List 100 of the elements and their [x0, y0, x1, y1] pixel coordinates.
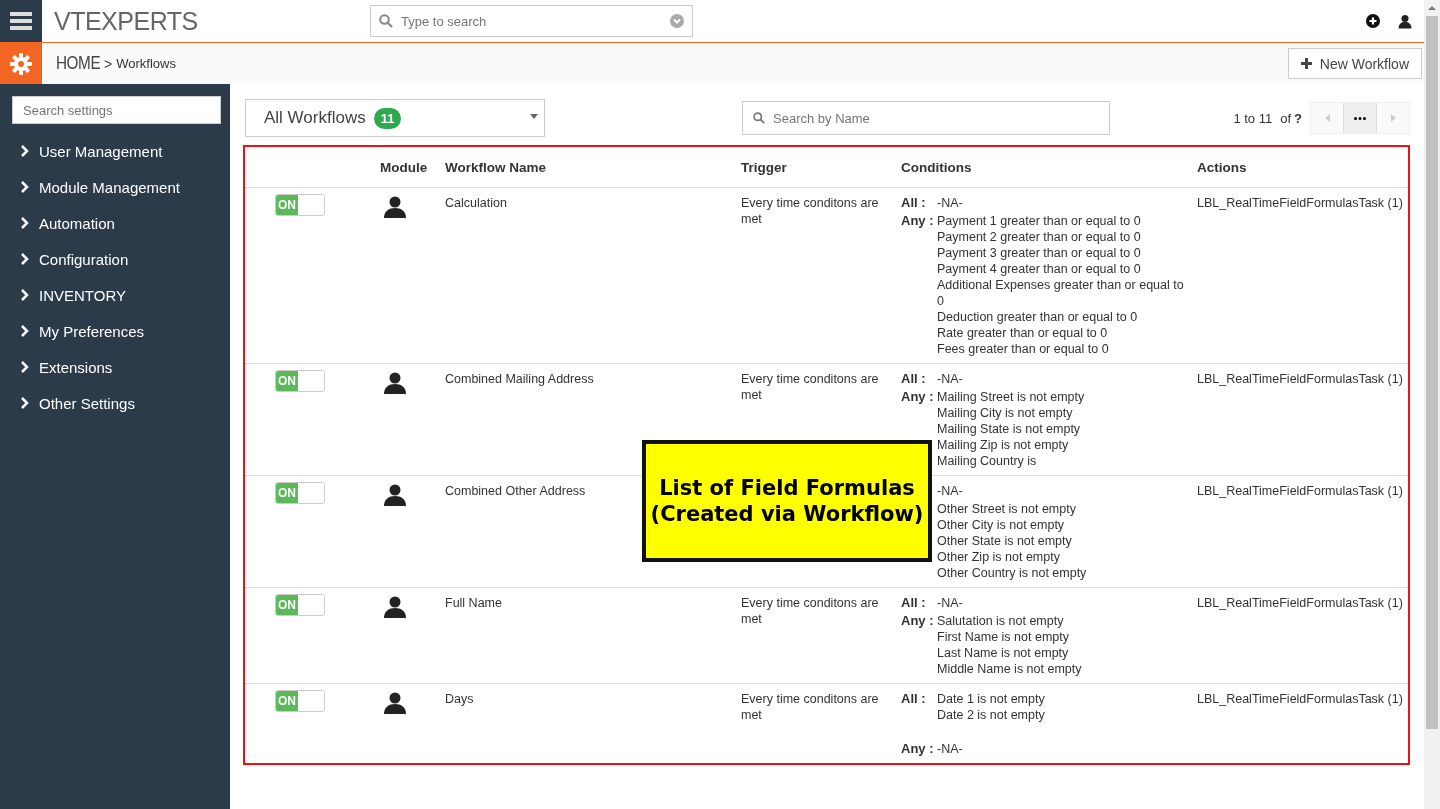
- chevron-down-icon[interactable]: [670, 14, 684, 28]
- sidebar-label: Module Management: [39, 178, 180, 196]
- trigger: Every time conditons are met: [741, 692, 879, 722]
- menu-button[interactable]: [0, 0, 42, 42]
- breadcrumb-separator: >: [104, 55, 113, 72]
- sidebar-label: INVENTORY: [39, 286, 126, 304]
- condition: Any : Payment 1 greater than or equal to 0: [901, 213, 1142, 229]
- filter-label: All Workflows: [264, 108, 366, 128]
- condition: Payment 2 greater than or equal to 0: [936, 229, 1142, 245]
- trigger: Every time conditons are met: [741, 196, 879, 226]
- condition: Middle Name is not empty: [936, 661, 1083, 677]
- column-header: Module: [375, 147, 440, 188]
- page-range: 1 to 11: [1233, 110, 1273, 126]
- condition-label: Any :: [901, 741, 935, 757]
- condition: Any : Mailing Street is not empty: [901, 389, 1086, 405]
- sidebar-item[interactable]: Configuration: [0, 241, 230, 277]
- breadcrumb-current: Workflows: [116, 56, 176, 71]
- column-header: Conditions: [896, 147, 1192, 188]
- sidebar-item[interactable]: INVENTORY: [0, 277, 230, 313]
- condition: All : -NA-: [901, 595, 964, 611]
- breadcrumb-home[interactable]: HOME: [56, 53, 101, 74]
- user-icon: [383, 691, 407, 715]
- condition: Other State is not empty: [936, 533, 1073, 549]
- column-header: Actions: [1192, 147, 1408, 188]
- condition: Mailing State is not empty: [936, 421, 1082, 437]
- condition-label: Any :: [901, 389, 935, 405]
- sidebar-item[interactable]: Automation: [0, 205, 230, 241]
- condition: Rate greater than or equal to 0: [936, 325, 1109, 341]
- sidebar-label: User Management: [39, 142, 163, 160]
- sidebar-item[interactable]: My Preferences: [0, 313, 230, 349]
- condition: Last Name is not empty: [936, 645, 1070, 661]
- condition: Mailing Zip is not empty: [936, 437, 1070, 453]
- add-icon[interactable]: [1366, 14, 1380, 28]
- condition: Payment 3 greater than or equal to 0: [936, 245, 1142, 261]
- condition: Mailing Country is: [936, 453, 1038, 469]
- trigger: Every time conditons are met: [741, 372, 879, 402]
- condition: Date 2 is not empty: [936, 707, 1046, 723]
- search-icon: [379, 14, 393, 28]
- condition: Additional Expenses greater than or equal to 0: [936, 277, 1185, 309]
- condition: Other City is not empty: [936, 517, 1066, 533]
- search-by-name-box[interactable]: Search by Name: [742, 101, 1110, 135]
- condition: Other Country is not empty: [936, 565, 1088, 581]
- action: LBL_RealTimeFieldFormulasTask (1): [1192, 587, 1408, 684]
- condition-label: All :: [901, 371, 927, 387]
- condition-label: Any :: [901, 613, 935, 629]
- user-icon: [383, 371, 407, 395]
- sidebar-label: My Preferences: [39, 322, 145, 340]
- column-header: Trigger: [736, 147, 896, 188]
- workflow-name[interactable]: Full Name: [445, 596, 502, 610]
- search-icon: [753, 112, 765, 124]
- plus-icon: [1300, 58, 1312, 69]
- caret-icon: [530, 114, 538, 119]
- workflow-name[interactable]: Calculation: [445, 196, 507, 210]
- sidebar-label: Automation: [39, 214, 115, 232]
- new-workflow-button[interactable]: New Workflow: [1287, 48, 1422, 79]
- condition-label: All :: [901, 195, 927, 211]
- user-icon: [383, 483, 407, 507]
- condition: Fees greater than or equal to 0: [936, 341, 1110, 357]
- condition-label: All :: [901, 595, 927, 611]
- trigger: Every time conditons are met: [741, 596, 879, 626]
- condition: Any : Salutation is not empty: [901, 613, 1065, 629]
- condition: Any : -NA-: [901, 741, 964, 757]
- sidebar-item[interactable]: Extensions: [0, 349, 230, 385]
- action: LBL_RealTimeFieldFormulasTask (1): [1192, 363, 1408, 476]
- count-badge: 11: [373, 107, 402, 129]
- sidebar-label: Configuration: [39, 250, 129, 268]
- page-of: of: [1280, 110, 1292, 126]
- condition: Mailing City is not empty: [936, 405, 1074, 421]
- caret-left-icon: [1324, 114, 1330, 122]
- logo[interactable]: VTEXPERTS: [54, 6, 370, 36]
- user-icon[interactable]: [1398, 13, 1412, 29]
- ellipsis-icon: [1354, 116, 1366, 120]
- action: LBL_RealTimeFieldFormulasTask (1): [1192, 475, 1408, 588]
- settings-icon[interactable]: [10, 52, 32, 75]
- workflow-name[interactable]: Days: [445, 692, 474, 706]
- condition-label: All :: [901, 691, 927, 707]
- column-header: Workflow Name: [440, 147, 736, 188]
- workflow-filter-dropdown[interactable]: All Workflows 11: [245, 99, 545, 137]
- action: LBL_RealTimeFieldFormulasTask (1): [1192, 187, 1408, 364]
- sidebar-item[interactable]: Other Settings: [0, 385, 230, 421]
- sidebar-item[interactable]: User Management: [0, 133, 230, 169]
- workflow-name[interactable]: Combined Mailing Address: [445, 372, 594, 386]
- caret-right-icon: [1390, 114, 1396, 122]
- menu-icon: [10, 12, 32, 30]
- condition-label: Any :: [901, 213, 935, 229]
- condition: Other Zip is not empty: [936, 549, 1061, 565]
- workflow-name[interactable]: Combined Other Address: [445, 484, 586, 498]
- sidebar-item[interactable]: Module Management: [0, 169, 230, 205]
- callout: List of Field Formulas (Created via Workflow): [642, 440, 932, 562]
- sidebar-label: Other Settings: [39, 394, 135, 412]
- condition: Payment 4 greater than or equal to 0: [936, 261, 1142, 277]
- search-settings-field[interactable]: Search settings: [12, 96, 221, 124]
- search-box[interactable]: Type to search: [370, 5, 693, 37]
- sidebar-label: Extensions: [39, 358, 113, 376]
- user-icon: [383, 595, 407, 619]
- condition: All : -NA-: [901, 195, 964, 211]
- condition: First Name is not empty: [936, 629, 1070, 645]
- condition: All : Date 1 is not empty: [901, 691, 1046, 707]
- condition: All : -NA-: [901, 371, 964, 387]
- more-button[interactable]: [1343, 103, 1377, 133]
